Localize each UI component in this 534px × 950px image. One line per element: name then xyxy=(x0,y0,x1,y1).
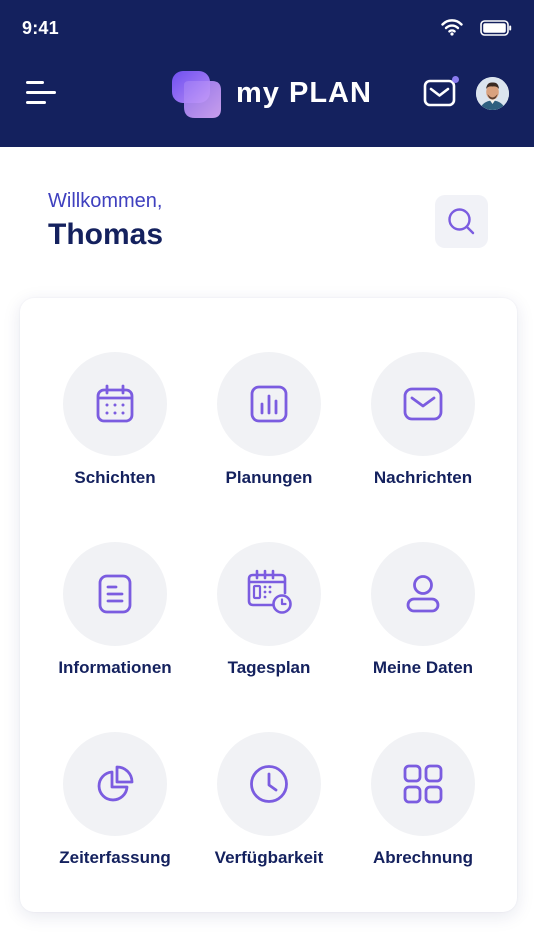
menu-button[interactable] xyxy=(26,78,60,108)
tile-icon-bg xyxy=(217,732,321,836)
tile-label: Informationen xyxy=(58,658,172,677)
tile-label: Planungen xyxy=(225,468,313,487)
grid-icon xyxy=(403,764,443,804)
user-name: Thomas xyxy=(48,218,164,251)
tile-icon-bg xyxy=(371,732,475,836)
tile-icon-bg xyxy=(371,352,475,456)
app-logo: my PLAN xyxy=(170,67,372,121)
tile-zeiterfassung[interactable]: Zeiterfassung xyxy=(40,732,190,882)
status-time: 9:41 xyxy=(22,18,59,38)
search-icon xyxy=(448,208,475,235)
tile-icon-bg xyxy=(63,352,167,456)
avatar-image xyxy=(476,77,509,110)
logo-text: my PLAN xyxy=(236,77,372,109)
tile-label: Meine Daten xyxy=(372,658,474,677)
menu-card: Schichten Planungen Nachrichten Informat… xyxy=(20,298,517,912)
wifi-icon xyxy=(441,19,463,36)
tile-tagesplan[interactable]: Tagesplan xyxy=(194,542,344,692)
tile-planungen[interactable]: Planungen xyxy=(194,352,344,502)
menu-icon-line xyxy=(26,91,56,94)
menu-icon-line xyxy=(26,81,44,84)
tile-meine-daten[interactable]: Meine Daten xyxy=(348,542,498,692)
logo-icon xyxy=(172,71,221,118)
tile-label: Verfügbarkeit xyxy=(214,848,324,867)
welcome-label: Willkommen, xyxy=(48,190,163,212)
tile-label: Tagesplan xyxy=(227,658,311,677)
user-icon xyxy=(406,575,440,613)
tile-schichten[interactable]: Schichten xyxy=(40,352,190,502)
menu-icon-line xyxy=(26,101,46,104)
tile-icon-bg xyxy=(371,542,475,646)
document-icon xyxy=(98,574,132,614)
tile-abrechnung[interactable]: Abrechnung xyxy=(348,732,498,882)
tile-icon-bg xyxy=(217,542,321,646)
bar-chart-icon xyxy=(250,385,288,423)
tile-label: Nachrichten xyxy=(373,468,473,487)
tile-label: Schichten xyxy=(74,468,156,487)
tile-label: Abrechnung xyxy=(372,848,474,867)
avatar[interactable] xyxy=(476,77,509,110)
search-button[interactable] xyxy=(435,195,488,248)
tile-icon-bg xyxy=(63,732,167,836)
tile-verfuegbarkeit[interactable]: Verfügbarkeit xyxy=(194,732,344,882)
clock-icon xyxy=(250,765,288,803)
tile-informationen[interactable]: Informationen xyxy=(40,542,190,692)
tile-icon-bg xyxy=(217,352,321,456)
app-header: 9:41 my PLAN xyxy=(0,0,534,147)
battery-icon xyxy=(480,20,512,36)
mail-icon xyxy=(403,387,443,421)
tile-label: Zeiterfassung xyxy=(59,848,171,867)
tile-icon-bg xyxy=(63,542,167,646)
calendar-clock-icon xyxy=(247,569,292,614)
notification-dot xyxy=(452,76,459,83)
calendar-icon xyxy=(96,384,134,423)
pie-chart-icon xyxy=(97,765,134,802)
tile-nachrichten[interactable]: Nachrichten xyxy=(348,352,498,502)
